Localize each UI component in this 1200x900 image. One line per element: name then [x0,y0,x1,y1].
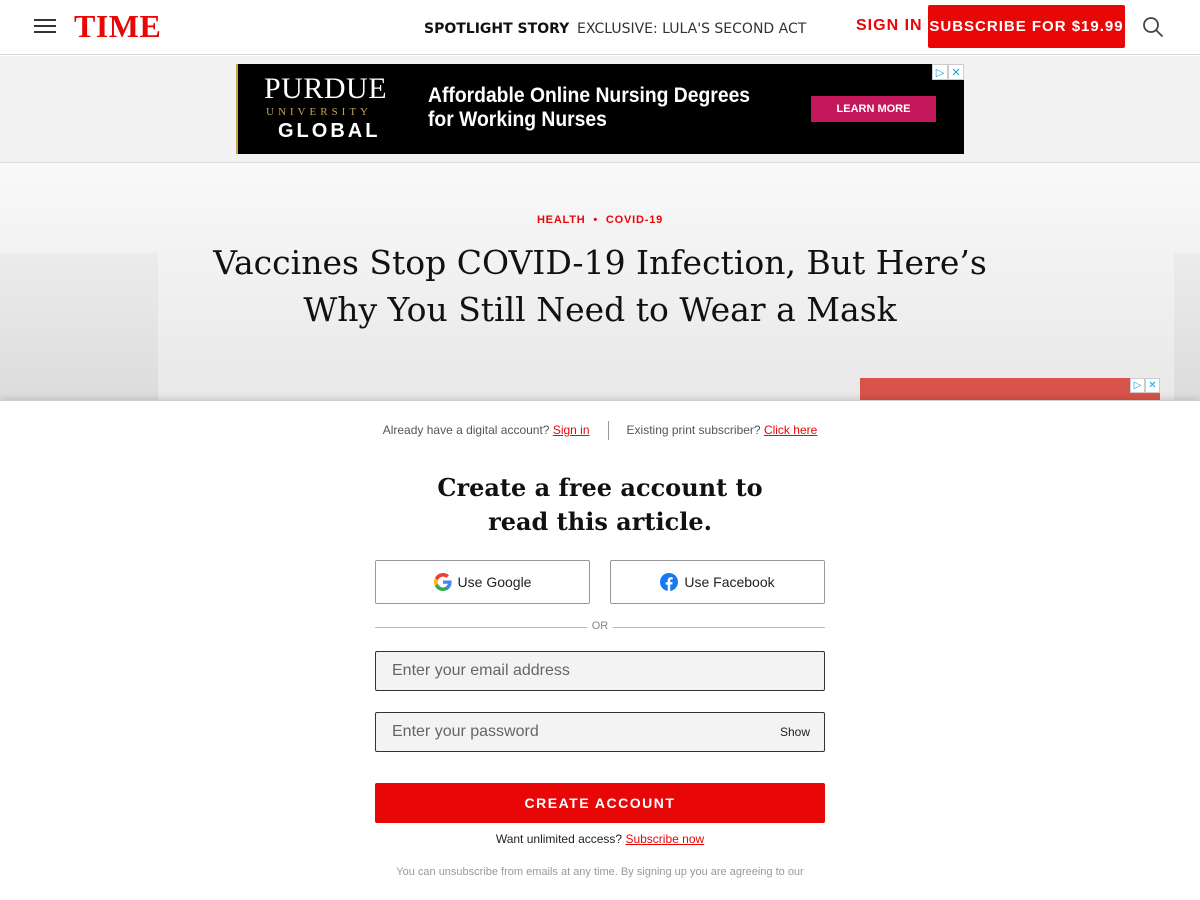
spotlight-story-title: EXCLUSIVE: LULA'S SECOND ACT [577,21,807,37]
digital-account-prompt: Already have a digital account? Sign in [365,423,608,440]
ad-learn-more-button[interactable]: LEARN MORE [811,96,936,122]
article-tags: HEALTH • COVID-19 [0,214,1200,226]
sign-in-link[interactable]: SIGN IN [856,17,923,35]
email-field-wrapper [375,651,825,691]
google-signin-button[interactable]: Use Google [375,560,590,604]
account-links: Already have a digital account? Sign in … [0,421,1200,440]
tag-covid-19[interactable]: COVID-19 [606,214,663,226]
password-field-wrapper: Show [375,712,825,752]
google-icon [433,573,452,591]
registration-title: Create a free account to read this artic… [0,471,1200,539]
ad-brand-global: GLOBAL [278,120,381,142]
unlimited-access-text: Want unlimited access? [495,832,623,846]
ad-headline-line2: for Working Nurses [428,108,607,131]
sidebar-ad[interactable]: ▷ ✕ [860,378,1160,400]
subscribe-button[interactable]: SUBSCRIBE FOR $19.99 [928,5,1125,48]
facebook-button-label: Use Facebook [684,574,775,590]
ad-brand-name: PURDUE [264,72,388,105]
ad-controls: ▷ ✕ [932,64,964,80]
registration-wall: Already have a digital account? Sign in … [0,400,1200,900]
title-line1: Create a free account to [437,473,763,502]
unlimited-access-prompt: Want unlimited access? Subscribe now [0,832,1200,846]
purdue-ad[interactable]: PURDUE UNIVERSITY GLOBAL Affordable Onli… [236,64,964,154]
hero-background-left [0,253,158,400]
print-subscriber-text: Existing print subscriber? [626,423,761,437]
sign-in-link[interactable]: Sign in [553,423,590,437]
tag-health[interactable]: HEALTH [537,214,586,226]
search-icon[interactable] [1142,16,1164,38]
terms-disclaimer: You can unsubscribe from emails at any t… [396,866,804,878]
digital-account-text: Already have a digital account? [382,423,550,437]
close-icon[interactable]: ✕ [948,64,964,80]
or-label: OR [591,620,609,632]
click-here-link[interactable]: Click here [764,423,817,437]
ad-headline-line1: Affordable Online Nursing Degrees [428,84,751,107]
headline-line2: Why You Still Need to Wear a Mask [303,290,897,329]
site-header: TIME SPOTLIGHT STORY EXCLUSIVE: LULA'S S… [0,0,1200,55]
article-hero: HEALTH • COVID-19 Vaccines Stop COVID-19… [0,163,1200,400]
hero-background-right [1174,253,1200,400]
spotlight-kicker: SPOTLIGHT STORY [424,21,570,37]
or-divider: OR [375,619,825,635]
spotlight-story-link[interactable]: SPOTLIGHT STORY EXCLUSIVE: LULA'S SECOND… [424,19,806,37]
adchoices-icon[interactable]: ▷ [932,64,948,80]
tag-separator: • [593,214,599,226]
show-password-toggle[interactable]: Show [780,725,810,739]
facebook-signin-button[interactable]: Use Facebook [610,560,825,604]
time-logo[interactable]: TIME [74,8,161,45]
create-account-button[interactable]: CREATE ACCOUNT [375,783,825,823]
title-line2: read this article. [488,507,712,536]
hamburger-menu-icon[interactable] [34,19,56,35]
google-button-label: Use Google [457,574,532,590]
ad-headline: Affordable Online Nursing Degrees for Wo… [428,84,750,132]
password-field[interactable] [376,713,824,751]
facebook-icon [660,573,679,591]
adchoices-icon[interactable]: ▷ [1130,378,1145,393]
article-headline: Vaccines Stop COVID-19 Infection, But He… [150,239,1050,333]
sidebar-ad-controls: ▷ ✕ [1130,378,1160,393]
ad-brand-subtitle: UNIVERSITY [266,106,372,118]
divider-line-right [613,627,825,628]
close-icon[interactable]: ✕ [1145,378,1160,393]
ad-banner-area: PURDUE UNIVERSITY GLOBAL Affordable Onli… [0,56,1200,163]
email-field[interactable] [376,652,824,690]
subscribe-now-link[interactable]: Subscribe now [625,832,704,846]
headline-line1: Vaccines Stop COVID-19 Infection, But He… [213,243,987,282]
print-subscriber-prompt: Existing print subscriber? Click here [609,423,836,440]
